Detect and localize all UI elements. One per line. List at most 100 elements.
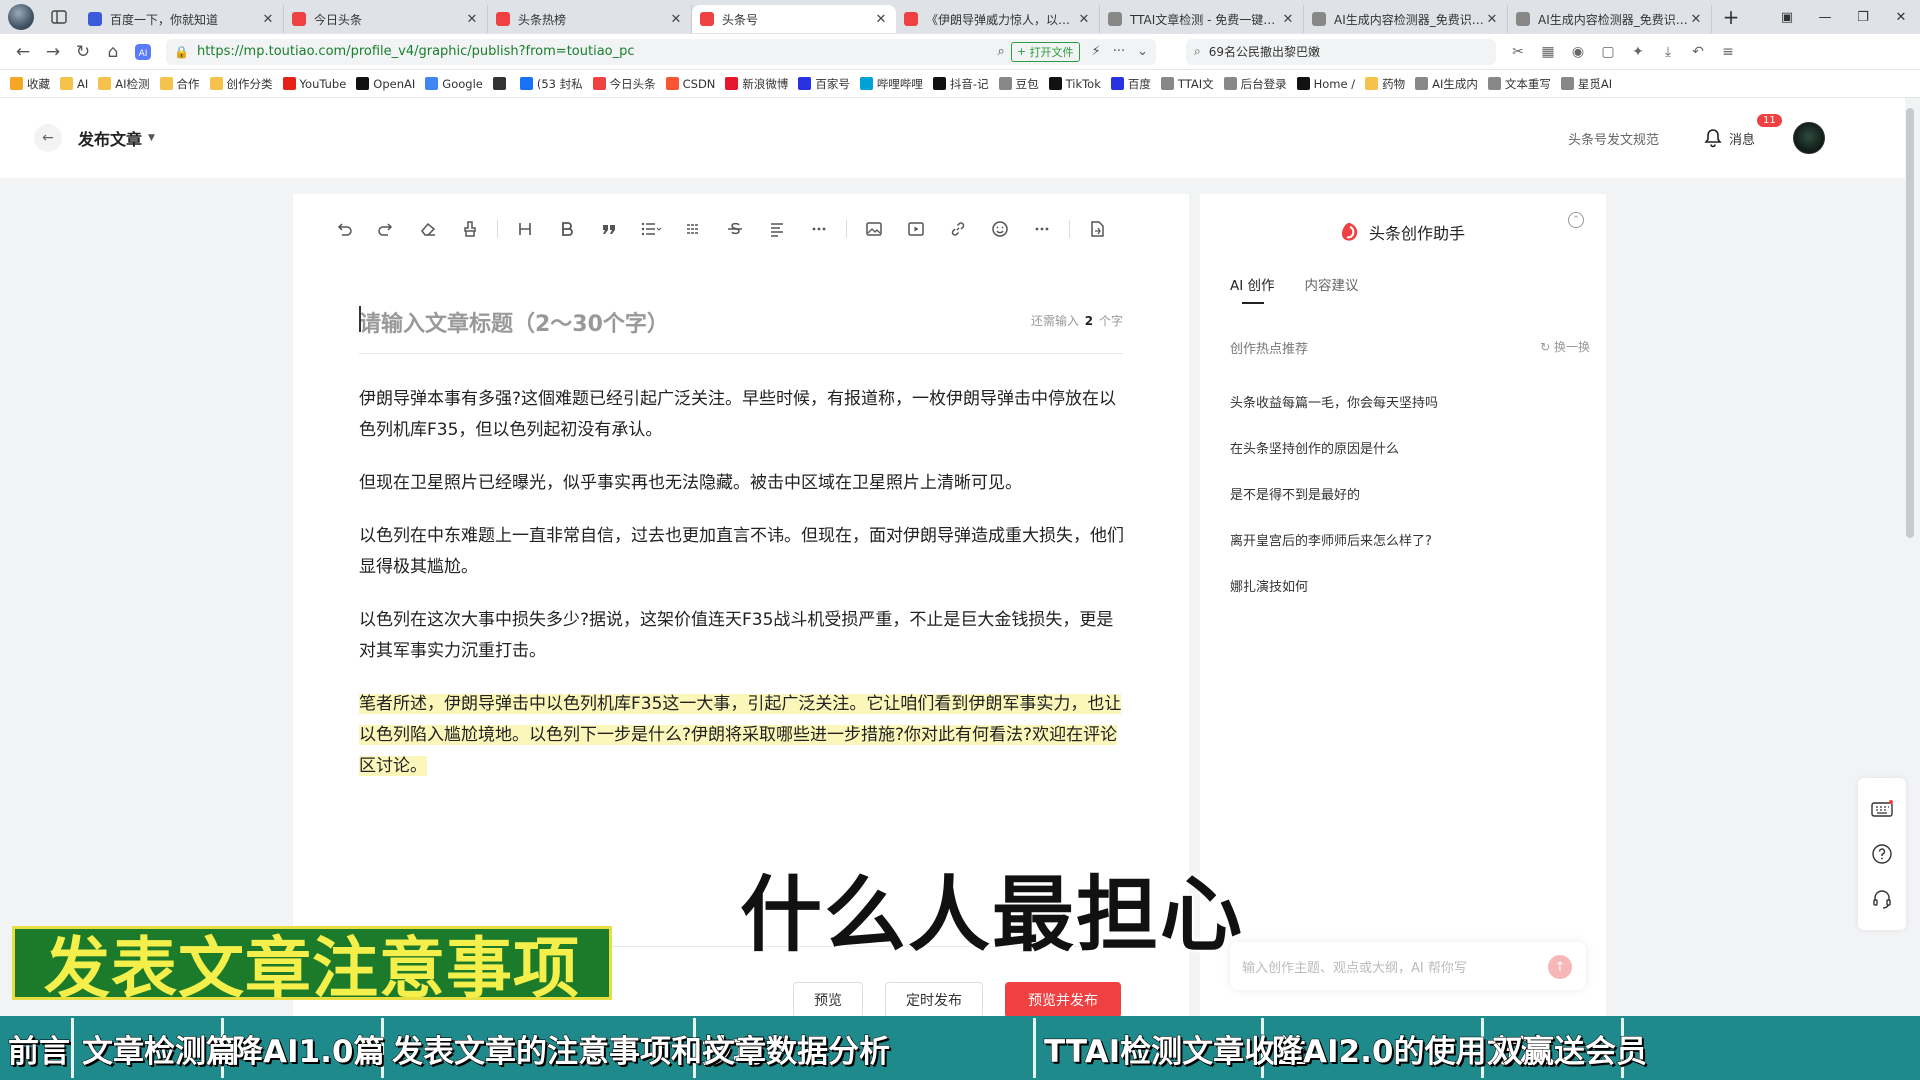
- refresh-button[interactable]: ↻ 换一换: [1540, 338, 1590, 355]
- article-title-input[interactable]: 请输入文章标题（2～30个字） 还需输入 2 个字: [359, 300, 1123, 354]
- minimize-button[interactable]: —: [1806, 10, 1844, 25]
- help-icon[interactable]: [1870, 842, 1894, 866]
- paragraph[interactable]: 以色列在这次大事中损失多少?据说，这架价值连天F35战斗机受损严重，不止是巨大金…: [359, 605, 1127, 667]
- bold-icon[interactable]: [546, 214, 588, 244]
- hot-topic-item[interactable]: 是不是得不到是最好的: [1230, 484, 1580, 530]
- tab-close-icon[interactable]: ✕: [261, 12, 275, 27]
- sidebar-toggle-icon[interactable]: [48, 6, 70, 28]
- bookmark-item[interactable]: 百度: [1110, 76, 1151, 92]
- bookmark-item[interactable]: TikTok: [1048, 77, 1101, 91]
- bookmark-item[interactable]: OpenAI: [356, 77, 415, 91]
- tab-close-icon[interactable]: ✕: [1689, 12, 1703, 27]
- video-icon[interactable]: [895, 214, 937, 244]
- collapse-icon[interactable]: ⌃: [1568, 212, 1584, 228]
- browser-tab[interactable]: 《伊朗导弹威力惊人，以… ✕: [896, 5, 1100, 33]
- more-icon[interactable]: ···: [1113, 44, 1125, 59]
- hot-topic-item[interactable]: 娜扎演技如何: [1230, 576, 1580, 622]
- bookmark-item[interactable]: (53 封私: [519, 76, 583, 92]
- user-avatar[interactable]: [1793, 122, 1825, 154]
- download-icon[interactable]: ⤓: [1658, 42, 1678, 62]
- reload-icon[interactable]: ↻: [68, 37, 98, 67]
- page-scrollbar[interactable]: [1906, 108, 1914, 538]
- heading-icon[interactable]: [504, 214, 546, 244]
- bookmark-item[interactable]: 星觅AI: [1560, 76, 1612, 92]
- tab-close-icon[interactable]: ✕: [1077, 12, 1091, 27]
- browser-tab[interactable]: 头条号 ✕: [692, 5, 896, 33]
- bookmark-item[interactable]: 新浪微博: [725, 76, 788, 92]
- hot-topic-item[interactable]: 头条收益每篇一毛，你会每天坚持吗: [1230, 392, 1580, 438]
- lightning-icon[interactable]: ⚡: [1092, 44, 1101, 59]
- paragraph[interactable]: 但现在卫星照片已经曝光，似乎事实再也无法隐藏。被击中区域在卫星照片上清晰可见。: [359, 468, 1127, 499]
- strikethrough-icon[interactable]: [714, 214, 756, 244]
- url-input[interactable]: 🔒 https://mp.toutiao.com/profile_v4/grap…: [166, 38, 1156, 65]
- bookmark-item[interactable]: 药物: [1365, 76, 1405, 92]
- puzzle-icon[interactable]: ✦: [1628, 42, 1648, 62]
- bookmark-item[interactable]: 创作分类: [209, 76, 273, 92]
- chevron-down-icon[interactable]: ⌄: [1137, 44, 1148, 59]
- tab-count-icon[interactable]: ▣: [1768, 10, 1806, 25]
- hot-topic-item[interactable]: 离开皇宫后的李师师后来怎么样了?: [1230, 530, 1580, 576]
- link-icon[interactable]: [937, 214, 979, 244]
- bookmark-item[interactable]: AI生成内: [1415, 76, 1478, 92]
- browser-tab[interactable]: 头条热榜 ✕: [488, 5, 692, 33]
- headset-icon[interactable]: [1870, 887, 1894, 911]
- emoji-icon[interactable]: [979, 214, 1021, 244]
- restore-button[interactable]: ❐: [1844, 10, 1882, 25]
- divider-line-icon[interactable]: [672, 214, 714, 244]
- page-title[interactable]: 发布文章: [78, 126, 142, 150]
- browser-tab[interactable]: 今日头条 ✕: [284, 5, 488, 33]
- bookmark-item[interactable]: Home /: [1296, 77, 1355, 91]
- open-file-button[interactable]: + 打开文件: [1010, 41, 1080, 62]
- undo-icon[interactable]: [323, 214, 365, 244]
- bookmark-item[interactable]: 文本重写: [1487, 76, 1551, 92]
- zoom-icon[interactable]: ⌕: [998, 44, 1005, 59]
- close-window-button[interactable]: ✕: [1882, 10, 1920, 25]
- preview-and-publish-button[interactable]: 预览并发布: [1005, 982, 1121, 1018]
- messages-button[interactable]: 消息 11: [1703, 114, 1782, 148]
- send-arrow-icon[interactable]: ↑: [1548, 955, 1572, 979]
- keyboard-icon[interactable]: [1870, 797, 1894, 821]
- bookmark-item[interactable]: CSDN: [665, 77, 715, 91]
- undo-icon[interactable]: ↶: [1688, 42, 1708, 62]
- bookmark-item[interactable]: 收藏: [10, 76, 50, 92]
- browser-tab[interactable]: TTAI文章检测 - 免费一键… ✕: [1100, 5, 1304, 33]
- search-input[interactable]: ⌕ 69名公民撤出黎巴嫩: [1186, 38, 1496, 65]
- browser-tab[interactable]: AI生成内容检测器_免费识… ✕: [1508, 5, 1712, 33]
- caret-down-icon[interactable]: ▼: [148, 133, 155, 143]
- new-tab-button[interactable]: +: [1718, 5, 1744, 29]
- bookmark-item[interactable]: TTAI文: [1160, 76, 1214, 92]
- chrome-ext-icon[interactable]: ◉: [1568, 42, 1588, 62]
- tab-close-icon[interactable]: ✕: [465, 12, 479, 27]
- paragraph-highlighted[interactable]: 笔者所述，伊朗导弹击中以色列机库F35这一大事，引起广泛关注。它让咱们看到伊朗军…: [359, 689, 1127, 782]
- home-icon[interactable]: ⌂: [98, 37, 128, 67]
- browser-tab[interactable]: 百度一下，你就知道 ✕: [80, 5, 284, 33]
- bookmark-item[interactable]: Google: [425, 77, 483, 91]
- bookmark-item[interactable]: 哔哩哔哩: [859, 76, 923, 92]
- back-icon[interactable]: ←: [8, 37, 38, 67]
- tab-ai-create[interactable]: AI 创作: [1230, 274, 1275, 304]
- more-insert-icon[interactable]: [1021, 214, 1063, 244]
- bookmark-item[interactable]: AI检测: [98, 76, 150, 92]
- bookmark-item[interactable]: 抖音-记: [932, 76, 989, 92]
- tab-content-suggestions[interactable]: 内容建议: [1305, 274, 1359, 294]
- bookmark-item[interactable]: 合作: [159, 76, 200, 92]
- tab-close-icon[interactable]: ✕: [669, 12, 683, 27]
- bookmark-item[interactable]: [492, 77, 510, 90]
- document-icon[interactable]: [1076, 214, 1118, 244]
- menu-icon[interactable]: ≡: [1718, 42, 1738, 62]
- preview-button[interactable]: 预览: [793, 982, 863, 1018]
- paragraph[interactable]: 伊朗导弹本事有多强?这個难题已经引起广泛关注。早些时候，有报道称，一枚伊朗导弹击…: [359, 384, 1127, 446]
- tab-close-icon[interactable]: ✕: [1485, 12, 1499, 27]
- translate-icon[interactable]: ▦: [1538, 42, 1558, 62]
- ai-extension-icon[interactable]: AI: [128, 37, 158, 67]
- more-format-icon[interactable]: [798, 214, 840, 244]
- bookmark-item[interactable]: 百家号: [798, 76, 850, 92]
- tab-close-icon[interactable]: ✕: [1281, 12, 1295, 27]
- bookmark-item[interactable]: 豆包: [998, 76, 1039, 92]
- image-icon[interactable]: [853, 214, 895, 244]
- ai-prompt-input[interactable]: 输入创作主题、观点或大纲，AI 帮你写 ↑: [1230, 942, 1586, 990]
- bookmark-item[interactable]: 今日头条: [592, 76, 656, 92]
- format-brush-icon[interactable]: [449, 214, 491, 244]
- scissors-icon[interactable]: ✂: [1508, 42, 1528, 62]
- back-arrow-icon[interactable]: ←: [34, 124, 62, 152]
